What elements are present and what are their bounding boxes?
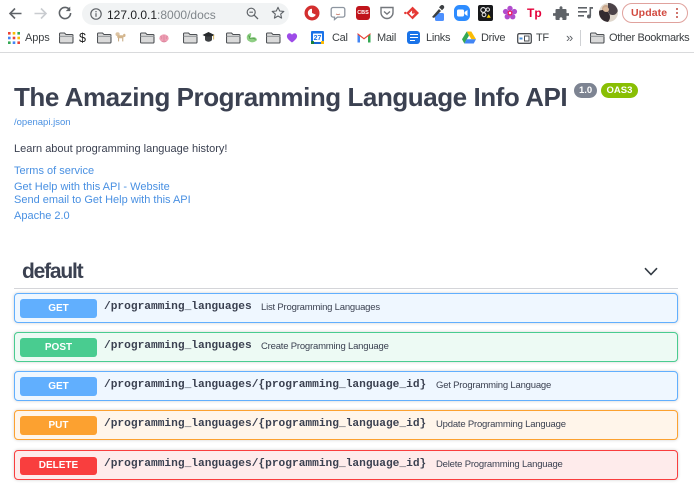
svg-text:27: 27 (314, 35, 322, 42)
